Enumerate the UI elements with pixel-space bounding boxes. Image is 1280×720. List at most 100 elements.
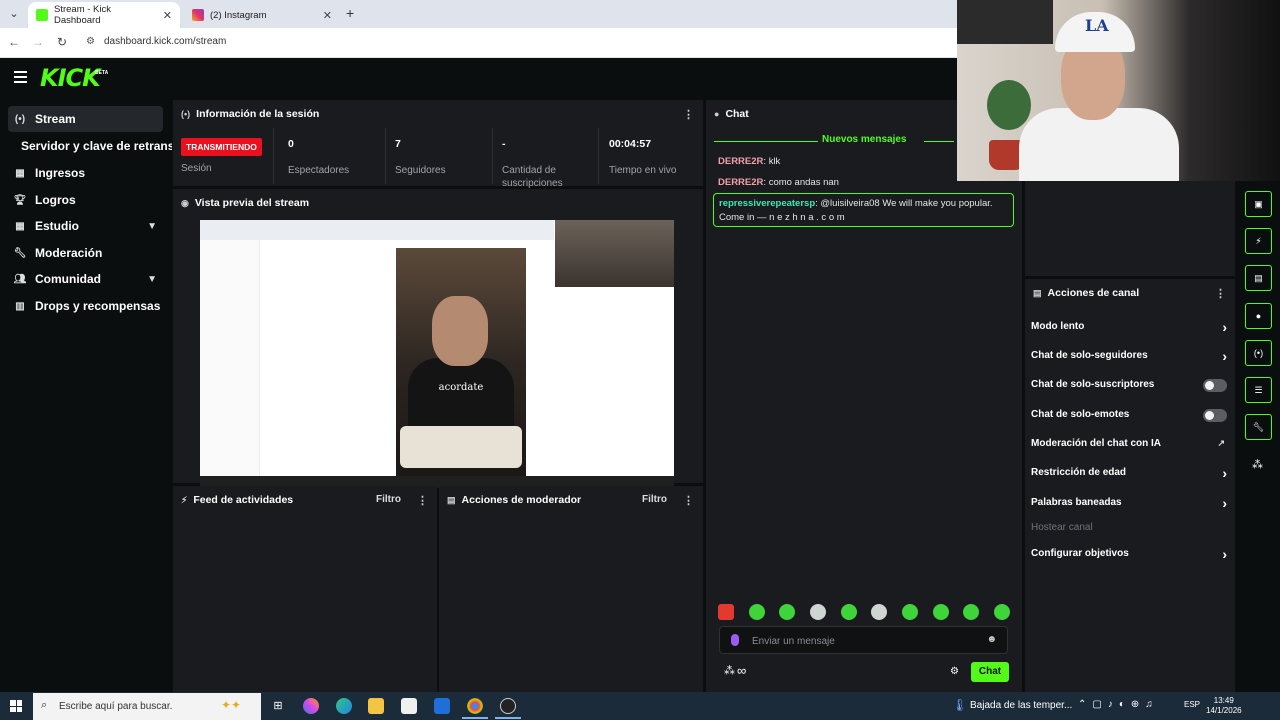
stream-preview-video[interactable]: acordate xyxy=(200,220,674,488)
more-options-icon[interactable]: ⋮ xyxy=(1215,287,1226,300)
chat-message-input[interactable] xyxy=(752,633,982,649)
rail-screenshot-icon[interactable]: ▣ xyxy=(1245,191,1272,217)
sidebar-item-logros[interactable]: 🏆︎ Logros xyxy=(8,187,163,213)
divider-line xyxy=(714,141,818,142)
chat-settings-icon[interactable]: ⚙ xyxy=(950,666,959,677)
channel-info-panel xyxy=(1025,181,1235,276)
preview-title: Vista previa del stream xyxy=(194,197,310,209)
forward-icon[interactable]: → xyxy=(30,35,46,49)
action-host-channel: Hostear canal xyxy=(1031,522,1227,538)
emote-icon[interactable] xyxy=(963,604,980,620)
emote-devil-icon[interactable] xyxy=(718,604,734,620)
system-tray-icons[interactable]: ⌃▢♪◐⊕♫ xyxy=(1078,699,1159,710)
mail-icon[interactable] xyxy=(434,698,450,714)
rail-bolt-icon[interactable]: ⚡︎ xyxy=(1245,228,1272,254)
taskbar-search[interactable]: ⌕ Escribe aquí para buscar. ✦✦ xyxy=(33,693,261,720)
weather-widget[interactable]: Bajada de las temper... xyxy=(970,700,1072,711)
chat-users-icon[interactable]: ⁂ xyxy=(724,664,735,677)
chat-username[interactable]: repressiverepeatersp xyxy=(719,198,815,209)
subscribers-only-toggle[interactable] xyxy=(1203,379,1227,392)
emote-icon[interactable] xyxy=(932,604,949,620)
action-label: Configurar objetivos xyxy=(1031,548,1129,559)
emoji-icon[interactable]: ☻ xyxy=(986,634,997,645)
emote-icon[interactable] xyxy=(993,604,1010,620)
edge-icon[interactable] xyxy=(336,698,352,714)
thermometer-icon[interactable]: 🌡︎ xyxy=(952,698,967,712)
panel-title: (•) Información de la sesión xyxy=(181,108,319,120)
action-followers-only[interactable]: Chat de solo-seguidores › xyxy=(1031,348,1227,366)
copilot-icon[interactable] xyxy=(303,698,319,714)
back-icon[interactable]: ← xyxy=(6,35,22,49)
chat-username[interactable]: DERRE2R xyxy=(718,156,763,167)
emote-icon[interactable] xyxy=(901,604,918,620)
sidebar-item-ingresos[interactable]: ▦ Ingresos xyxy=(8,160,163,186)
emote-icon[interactable] xyxy=(748,604,765,620)
tab-kick-dashboard[interactable]: Stream - Kick Dashboard ✕ xyxy=(28,2,180,28)
action-configure-goals[interactable]: Configurar objetivos › xyxy=(1031,546,1227,564)
preview-face xyxy=(432,296,488,366)
stat-label: Sesión xyxy=(181,163,212,174)
kick-logo[interactable]: KICK xyxy=(40,64,101,92)
emotes-only-toggle[interactable] xyxy=(1203,409,1227,422)
microphone-icon[interactable] xyxy=(731,634,739,646)
sidebar-item-stream[interactable]: (•) Stream xyxy=(8,106,163,132)
tab-instagram[interactable]: (2) Instagram ✕ xyxy=(184,2,340,28)
stat-label: Tiempo en vivo xyxy=(609,165,677,176)
rail-layout-icon[interactable]: ☰ xyxy=(1245,377,1272,403)
emote-icon[interactable] xyxy=(871,604,888,620)
more-options-icon[interactable]: ⋮ xyxy=(683,108,694,121)
obs-icon[interactable] xyxy=(500,698,516,714)
tab-title: Stream - Kick Dashboard xyxy=(54,4,112,26)
action-slow-mode[interactable]: Modo lento › xyxy=(1031,319,1227,337)
taskbar-search-placeholder: Escribe aquí para buscar. xyxy=(59,701,173,712)
rail-wrench-icon[interactable]: 🔧︎ xyxy=(1245,414,1272,440)
emote-icon[interactable] xyxy=(809,604,826,620)
sidebar-item-estudio[interactable]: ▦ Estudio ▼ xyxy=(8,213,163,239)
more-options-icon[interactable]: ⋮ xyxy=(417,494,428,507)
chevron-down-icon: ▼ xyxy=(147,273,157,285)
tab-search-icon[interactable]: ⌄ xyxy=(6,6,22,22)
chat-infinity-label[interactable]: ∞ xyxy=(737,663,746,678)
action-ai-moderation[interactable]: Moderación del chat con IA ↗ xyxy=(1031,438,1227,454)
sidebar-item-drops[interactable]: ▥ Drops y recompensas xyxy=(8,293,163,319)
close-icon[interactable]: ✕ xyxy=(163,9,172,22)
rail-broadcast-icon[interactable]: (•) xyxy=(1245,340,1272,366)
instagram-favicon-icon xyxy=(192,9,204,21)
emote-icon[interactable] xyxy=(840,604,857,620)
store-icon[interactable] xyxy=(401,698,417,714)
url-field[interactable]: dashboard.kick.com/stream xyxy=(104,36,226,47)
panel-title: ◉ Vista previa del stream xyxy=(181,197,309,209)
document-icon: ▤ xyxy=(1033,287,1042,298)
clock[interactable]: 13:49 14/1/2026 xyxy=(1206,696,1242,716)
sidebar-item-server-key[interactable]: Servidor y clave de retransmisión xyxy=(16,133,172,159)
rail-document-icon[interactable]: ▤ xyxy=(1245,265,1272,291)
menu-icon[interactable] xyxy=(14,71,27,86)
chat-bubble-icon: ● xyxy=(714,109,720,119)
site-info-icon[interactable]: ⚙ xyxy=(86,36,95,47)
chat-send-button[interactable]: Chat xyxy=(971,662,1009,682)
language-indicator[interactable]: ESP xyxy=(1184,700,1200,709)
filter-button[interactable]: Filtro xyxy=(376,494,401,505)
windows-start-icon[interactable] xyxy=(10,700,22,712)
task-view-icon[interactable]: ⊞ xyxy=(270,698,286,714)
new-tab-button[interactable]: + xyxy=(346,5,354,21)
close-icon[interactable]: ✕ xyxy=(323,9,332,22)
action-banned-words[interactable]: Palabras baneadas › xyxy=(1031,495,1227,513)
file-explorer-icon[interactable] xyxy=(368,698,384,714)
filter-button[interactable]: Filtro xyxy=(642,494,667,505)
clock-time: 13:49 xyxy=(1213,696,1234,705)
preview-browser-bar xyxy=(200,220,554,240)
action-age-restriction[interactable]: Restricción de edad › xyxy=(1031,465,1227,483)
rail-users-icon[interactable]: ⁂ xyxy=(1252,458,1263,471)
chrome-icon[interactable] xyxy=(467,698,483,714)
rail-chat-icon[interactable]: ● xyxy=(1245,303,1272,329)
sidebar-item-label: Logros xyxy=(35,193,76,207)
chat-username[interactable]: DERRE2R xyxy=(718,177,763,188)
chevron-right-icon: › xyxy=(1222,546,1227,562)
more-options-icon[interactable]: ⋮ xyxy=(683,494,694,507)
emote-icon[interactable] xyxy=(779,604,796,620)
broadcast-icon: (•) xyxy=(181,109,191,119)
reload-icon[interactable]: ↻ xyxy=(54,35,70,49)
sidebar-item-comunidad[interactable]: 👥︎ Comunidad ▼ xyxy=(8,266,163,292)
sidebar-item-moderacion[interactable]: 🔧︎ Moderación xyxy=(8,240,163,266)
